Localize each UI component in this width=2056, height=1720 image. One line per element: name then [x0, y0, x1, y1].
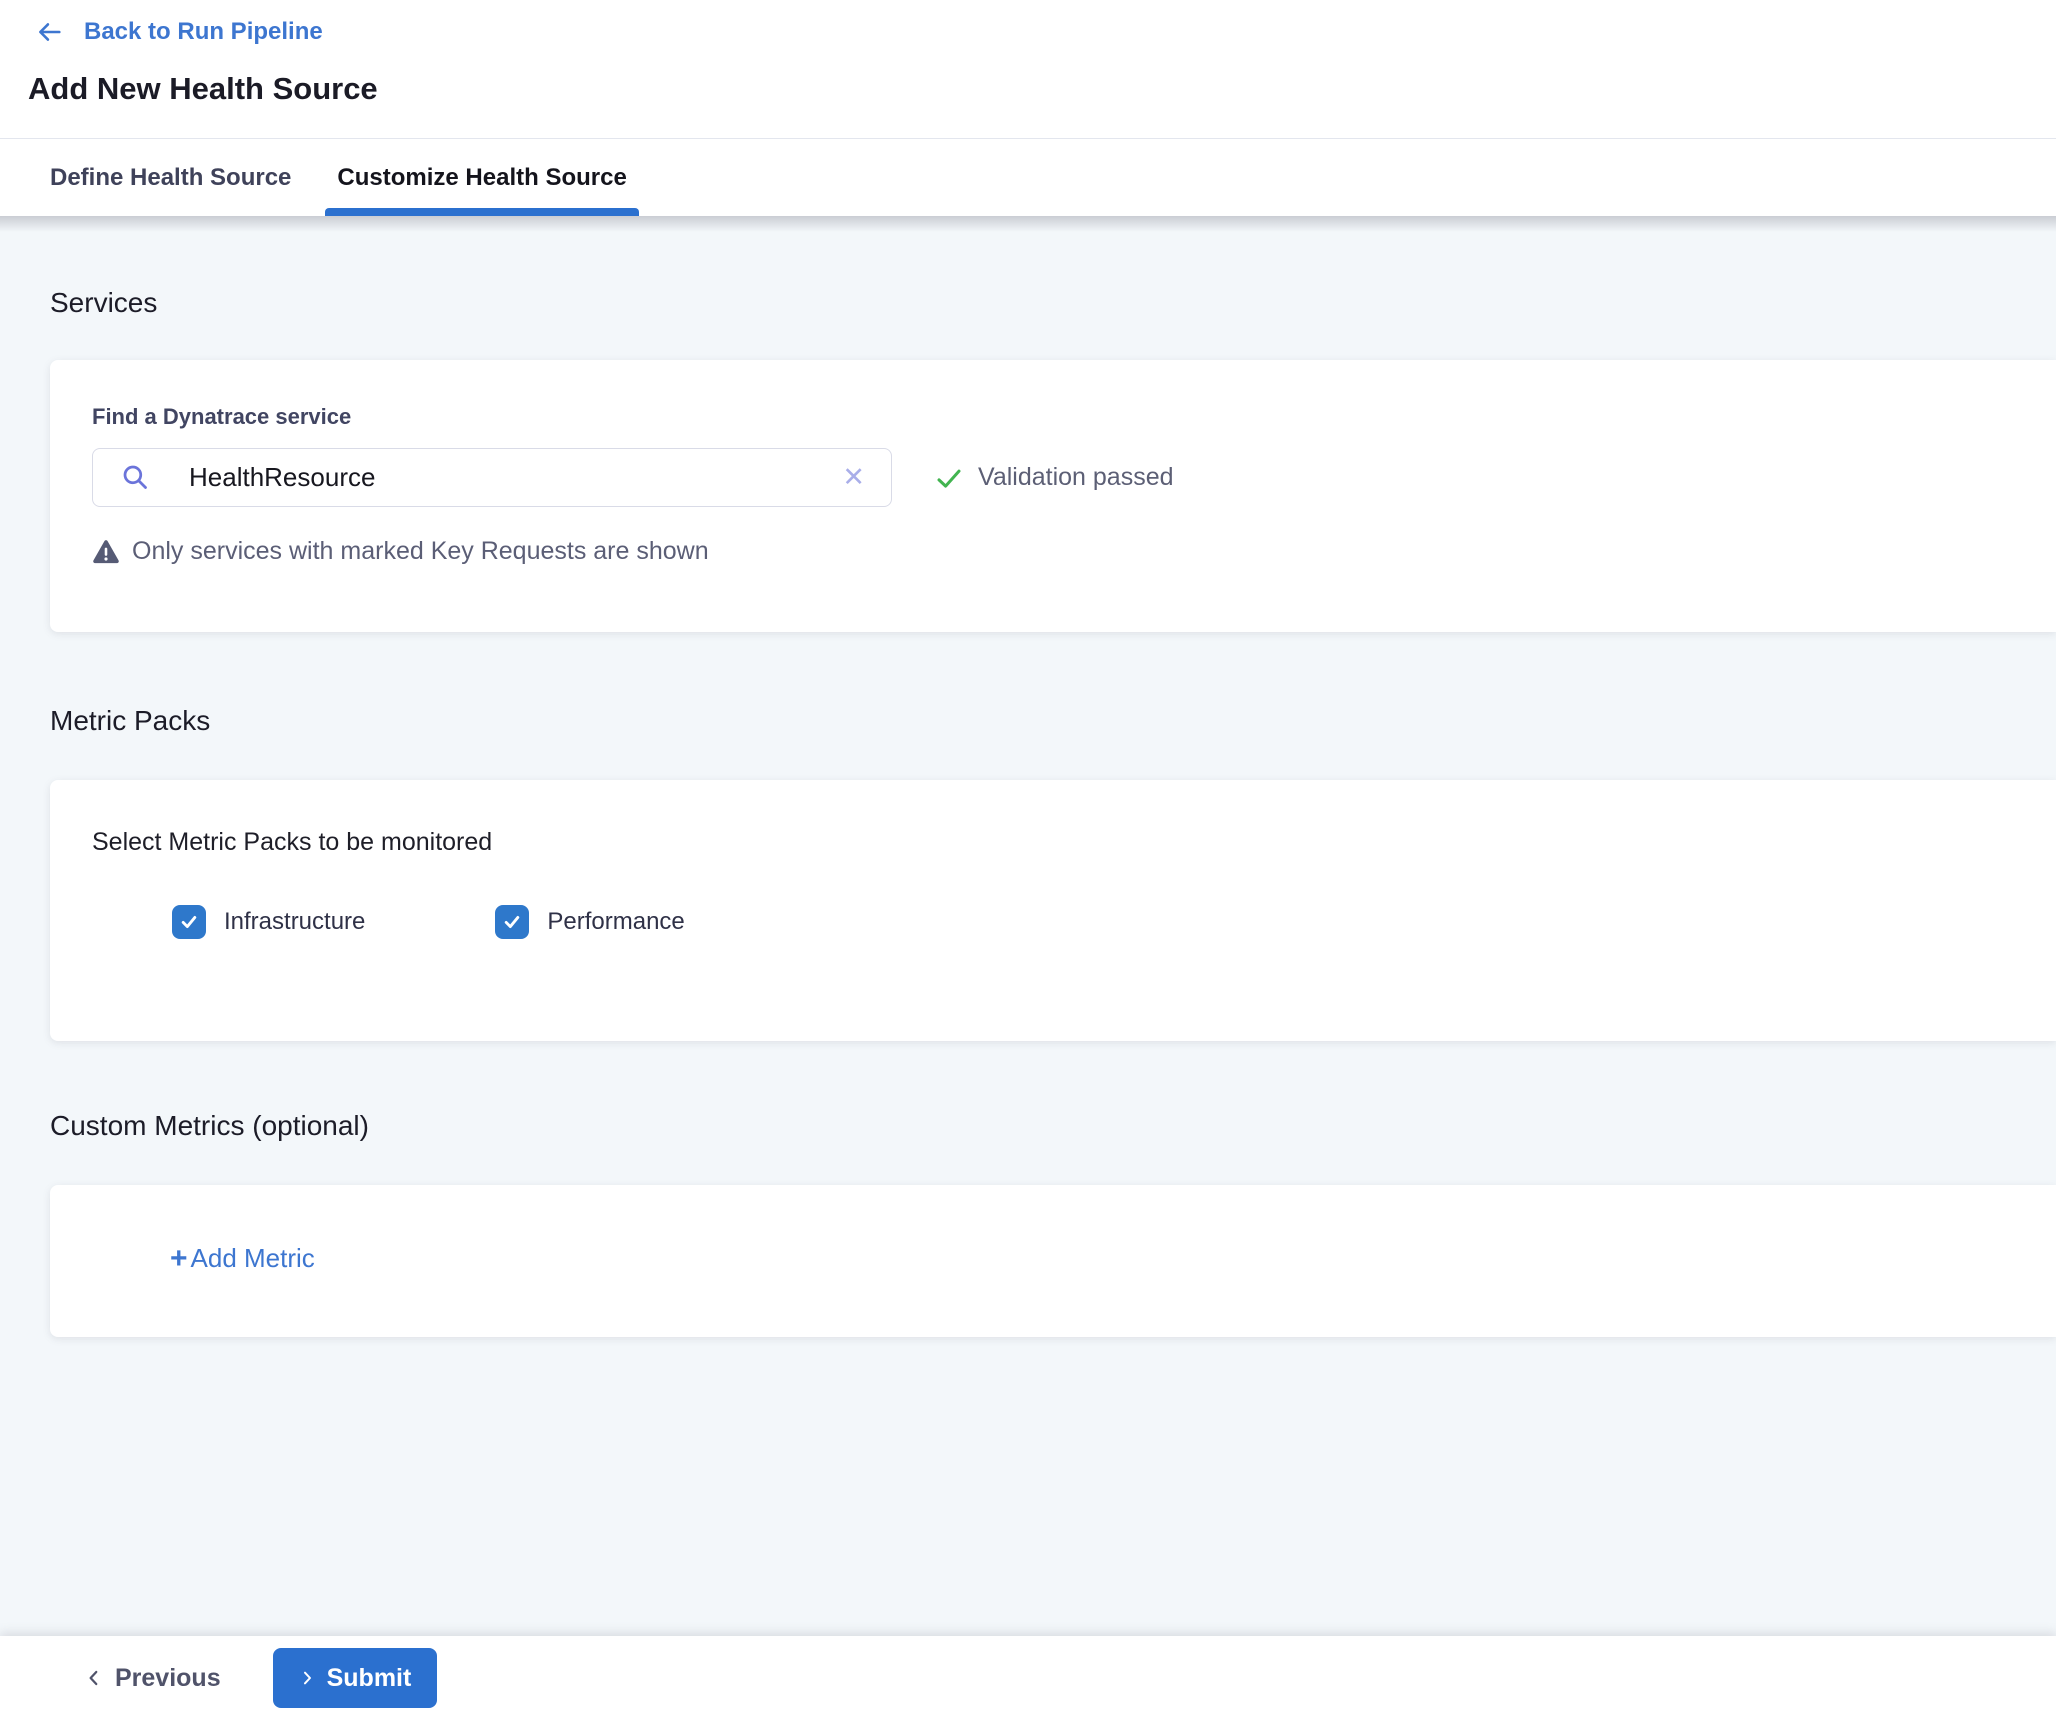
add-metric-button[interactable]: + Add Metric [170, 1243, 315, 1274]
metric-packs-card: Select Metric Packs to be monitored Infr… [50, 780, 2056, 1041]
custom-metrics-heading: Custom Metrics (optional) [50, 1109, 2056, 1143]
checkbox-label-infrastructure: Infrastructure [224, 908, 365, 936]
plus-icon: + [170, 1246, 188, 1272]
footer-bar: Previous Submit [0, 1636, 2056, 1720]
previous-label: Previous [115, 1664, 221, 1693]
chevron-left-icon [85, 1667, 103, 1689]
submit-button[interactable]: Submit [273, 1648, 438, 1708]
services-heading: Services [50, 286, 2056, 320]
select-metric-packs-label: Select Metric Packs to be monitored [92, 828, 2016, 857]
check-icon [934, 463, 964, 493]
checkmark-icon [502, 912, 522, 932]
chevron-right-icon [299, 1667, 315, 1689]
search-icon [121, 463, 151, 493]
warning-text: Only services with marked Key Requests a… [132, 537, 709, 566]
validation-status: Validation passed [934, 463, 1174, 493]
submit-label: Submit [327, 1664, 412, 1693]
checkbox-infrastructure[interactable]: Infrastructure [172, 905, 365, 939]
checkbox-checked-icon[interactable] [172, 905, 206, 939]
services-card: Find a Dynatrace service ✕ Validation pa… [50, 360, 2056, 632]
checkbox-checked-icon[interactable] [495, 905, 529, 939]
add-metric-label: Add Metric [191, 1243, 315, 1274]
tab-define-health-source[interactable]: Define Health Source [38, 139, 303, 216]
back-link-label: Back to Run Pipeline [84, 18, 323, 46]
service-search-input[interactable]: ✕ [92, 448, 892, 507]
service-search-value[interactable] [187, 461, 838, 494]
checkmark-icon [179, 912, 199, 932]
checkbox-performance[interactable]: Performance [495, 905, 684, 939]
page-header: Back to Run Pipeline Add New Health Sour… [0, 0, 2056, 139]
checkbox-label-performance: Performance [547, 908, 684, 936]
find-service-label: Find a Dynatrace service [92, 404, 2016, 430]
validation-text: Validation passed [978, 463, 1174, 492]
previous-button[interactable]: Previous [85, 1664, 221, 1693]
back-link[interactable]: Back to Run Pipeline [28, 14, 329, 50]
page-title: Add New Health Source [28, 70, 2056, 108]
custom-metrics-card: + Add Metric [50, 1185, 2056, 1337]
warning-icon [92, 539, 120, 565]
tab-customize-health-source[interactable]: Customize Health Source [325, 139, 638, 216]
clear-icon[interactable]: ✕ [838, 462, 869, 493]
metric-packs-heading: Metric Packs [50, 704, 2056, 738]
back-arrow-icon [34, 19, 64, 45]
services-warning: Only services with marked Key Requests a… [92, 537, 2016, 566]
tab-bar: Define Health Source Customize Health So… [0, 139, 2056, 216]
main-content: Services Find a Dynatrace service ✕ Vali… [0, 216, 2056, 1636]
